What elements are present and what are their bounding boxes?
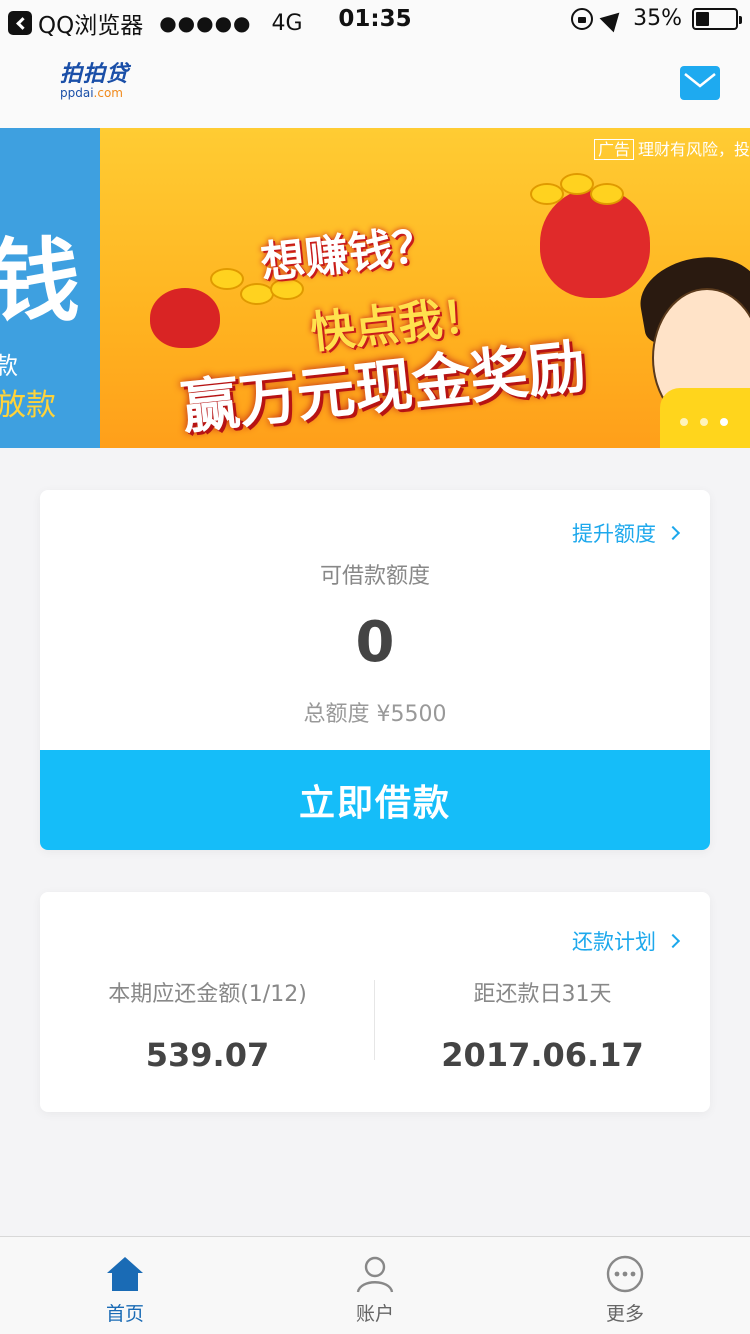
- available-credit-label: 可借款额度: [319, 564, 430, 589]
- borrow-now-button[interactable]: 立即借款: [40, 750, 710, 850]
- coin-illustration: [530, 183, 564, 205]
- repayment-plan-link[interactable]: 还款计划: [572, 926, 681, 956]
- bottom-tab-bar: 首页 账户 更多: [0, 1236, 750, 1334]
- money-bag-illustration: [540, 188, 650, 298]
- carousel-dot[interactable]: [720, 418, 728, 426]
- carousel-dot[interactable]: [700, 418, 708, 426]
- days-until-due-label: 距还款日31天: [473, 982, 612, 1007]
- due-date-value: 2017.06.17: [441, 1036, 644, 1074]
- repayment-card: 还款计划 本期应还金额(1/12) 539.07 距还款日31天 2017.06…: [40, 892, 710, 1112]
- tab-more-label: 更多: [605, 1303, 644, 1325]
- ad-tag: 广告: [593, 139, 634, 160]
- carousel-dot[interactable]: [680, 418, 688, 426]
- coin-illustration: [590, 183, 624, 205]
- location-icon: [599, 5, 627, 32]
- total-credit-label: 总额度 ¥5500: [303, 702, 447, 727]
- banner-headline-1: 想赚钱？: [258, 219, 439, 290]
- prev-slide-peek: 钱 款 放款: [0, 128, 100, 448]
- status-right: 35%: [571, 5, 742, 32]
- carousel-dots[interactable]: [680, 418, 728, 426]
- coin-illustration: [210, 268, 244, 290]
- due-date-block: 距还款日31天 2017.06.17: [375, 976, 710, 1074]
- chevron-right-icon: [665, 525, 681, 541]
- prev-slide-line2: 放款: [0, 388, 56, 423]
- home-icon: [107, 1257, 143, 1291]
- promo-banner[interactable]: 钱 款 放款 想赚钱？ 快点我！ 赢万元现金奖励 广告 理财有风险，投: [0, 128, 750, 448]
- ppdai-logo[interactable]: 拍拍贷 ppdai.com: [60, 62, 130, 101]
- rotation-lock-icon: [571, 7, 594, 30]
- chevron-right-icon: [665, 933, 681, 949]
- user-icon: [356, 1256, 394, 1293]
- envelope-icon[interactable]: [680, 66, 720, 100]
- logo-text-en: ppdai.com: [60, 86, 123, 100]
- prev-slide-line1: 款: [0, 352, 18, 380]
- prev-slide-text: 钱: [0, 229, 80, 334]
- available-credit-value: 0: [355, 610, 395, 675]
- battery-icon: [692, 7, 742, 30]
- repayment-plan-label: 还款计划: [572, 930, 656, 954]
- coin-illustration: [560, 173, 594, 195]
- due-amount-label: 本期应还金额(1/12): [108, 982, 307, 1007]
- tab-more[interactable]: 更多: [500, 1237, 750, 1334]
- tab-account[interactable]: 账户: [250, 1237, 500, 1334]
- due-amount-block: 本期应还金额(1/12) 539.07: [40, 976, 375, 1074]
- tab-home-label: 首页: [105, 1303, 144, 1325]
- credit-limit-card: 提升额度 可借款额度 0 总额度 ¥5500 立即借款: [40, 490, 710, 850]
- ad-disclaimer: 广告 理财有风险，投: [593, 136, 750, 160]
- more-icon: [606, 1255, 644, 1293]
- money-bag-illustration: [150, 288, 220, 348]
- battery-percent: 35%: [633, 6, 682, 31]
- logo-text-cn: 拍拍贷: [60, 62, 130, 87]
- due-amount-value: 539.07: [145, 1036, 270, 1074]
- raise-limit-link[interactable]: 提升额度: [572, 518, 681, 548]
- app-header: 拍拍贷 ppdai.com: [0, 40, 750, 128]
- tab-account-label: 账户: [355, 1303, 394, 1325]
- status-bar: QQ浏览器 ●●●●● 4G 01:35 35%: [0, 0, 750, 40]
- tab-home[interactable]: 首页: [0, 1237, 250, 1334]
- raise-limit-label: 提升额度: [572, 522, 656, 546]
